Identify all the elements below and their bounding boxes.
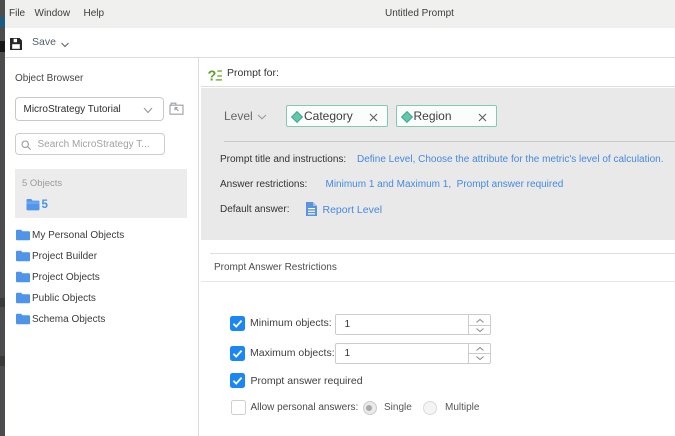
svg-text:?: ?	[208, 68, 217, 81]
